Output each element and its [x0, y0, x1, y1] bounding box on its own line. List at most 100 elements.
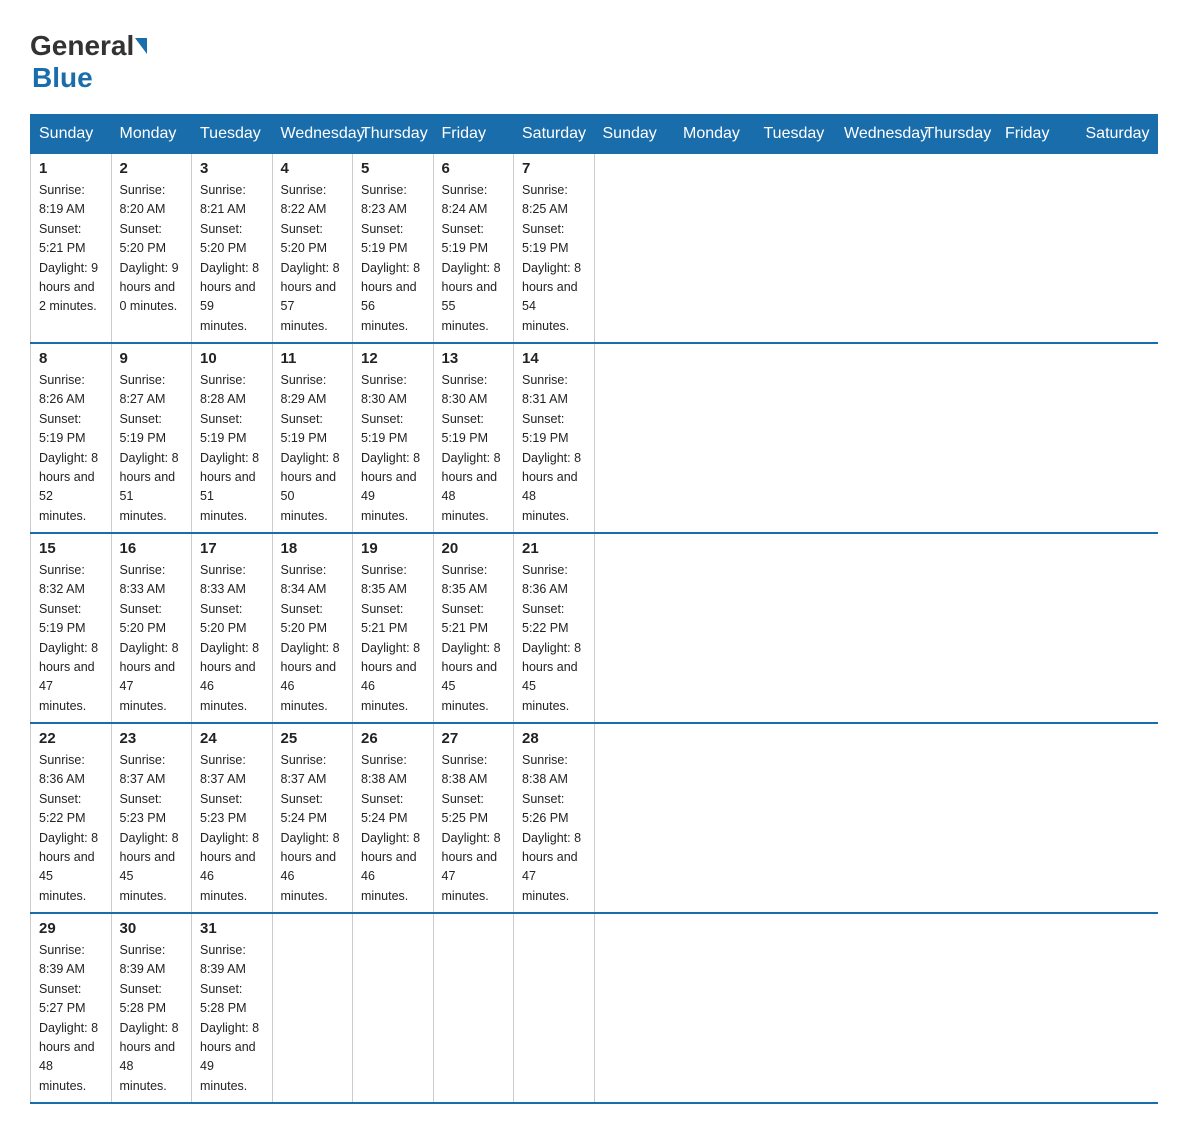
day-number: 24	[200, 730, 264, 747]
day-info: Sunrise: 8:37 AMSunset: 5:23 PMDaylight:…	[120, 753, 179, 903]
header-tuesday: Tuesday	[192, 115, 273, 154]
day-number: 8	[39, 350, 103, 367]
calendar-cell: 1Sunrise: 8:19 AMSunset: 5:21 PMDaylight…	[31, 154, 112, 344]
day-info: Sunrise: 8:29 AMSunset: 5:19 PMDaylight:…	[281, 373, 340, 523]
day-number: 3	[200, 160, 264, 177]
day-number: 2	[120, 160, 184, 177]
day-number: 12	[361, 350, 425, 367]
calendar-week-row: 1Sunrise: 8:19 AMSunset: 5:21 PMDaylight…	[31, 154, 1158, 344]
day-info: Sunrise: 8:37 AMSunset: 5:23 PMDaylight:…	[200, 753, 259, 903]
header-sunday: Sunday	[31, 115, 112, 154]
calendar-week-row: 8 Sunrise: 8:26 AMSunset: 5:19 PMDaylight…	[31, 343, 1158, 533]
day-number: 29	[39, 920, 103, 937]
logo: General Blue	[30, 30, 148, 94]
day-number: 11	[281, 350, 345, 367]
day-info: Sunrise: 8:31 AMSunset: 5:19 PMDaylight:…	[522, 373, 581, 523]
col-header-monday: Monday	[675, 115, 756, 154]
col-header-tuesday: Tuesday	[755, 115, 836, 154]
day-info: Sunrise: 8:28 AMSunset: 5:19 PMDaylight:…	[200, 373, 259, 523]
calendar-cell: 17 Sunrise: 8:33 AMSunset: 5:20 PMDayligh…	[192, 533, 273, 723]
calendar-cell: 20 Sunrise: 8:35 AMSunset: 5:21 PMDayligh…	[433, 533, 514, 723]
calendar-cell: 28 Sunrise: 8:38 AMSunset: 5:26 PMDayligh…	[514, 723, 595, 913]
calendar-cell: 13 Sunrise: 8:30 AMSunset: 5:19 PMDayligh…	[433, 343, 514, 533]
day-info: Sunrise: 8:39 AMSunset: 5:28 PMDaylight:…	[120, 943, 179, 1093]
day-info: Sunrise: 8:25 AMSunset: 5:19 PMDaylight:…	[522, 183, 581, 333]
day-number: 22	[39, 730, 103, 747]
calendar-cell: 4 Sunrise: 8:22 AMSunset: 5:20 PMDaylight…	[272, 154, 353, 344]
calendar-cell: 9Sunrise: 8:27 AMSunset: 5:19 PMDaylight…	[111, 343, 192, 533]
header-friday: Friday	[433, 115, 514, 154]
calendar-cell: 30 Sunrise: 8:39 AMSunset: 5:28 PMDayligh…	[111, 913, 192, 1103]
calendar-cell: 24 Sunrise: 8:37 AMSunset: 5:23 PMDayligh…	[192, 723, 273, 913]
day-number: 23	[120, 730, 184, 747]
day-info: Sunrise: 8:24 AMSunset: 5:19 PMDaylight:…	[442, 183, 501, 333]
calendar-cell: 26 Sunrise: 8:38 AMSunset: 5:24 PMDayligh…	[353, 723, 434, 913]
day-info: Sunrise: 8:23 AMSunset: 5:19 PMDaylight:…	[361, 183, 420, 333]
calendar-cell: 23 Sunrise: 8:37 AMSunset: 5:23 PMDayligh…	[111, 723, 192, 913]
day-info: Sunrise: 8:35 AMSunset: 5:21 PMDaylight:…	[442, 563, 501, 713]
day-info: Sunrise: 8:36 AMSunset: 5:22 PMDaylight:…	[39, 753, 98, 903]
day-number: 30	[120, 920, 184, 937]
calendar-cell: 31 Sunrise: 8:39 AMSunset: 5:28 PMDayligh…	[192, 913, 273, 1103]
calendar-cell: 14 Sunrise: 8:31 AMSunset: 5:19 PMDayligh…	[514, 343, 595, 533]
day-number: 16	[120, 540, 184, 557]
col-header-thursday: Thursday	[916, 115, 997, 154]
calendar-cell	[433, 913, 514, 1103]
logo-triangle-icon	[135, 38, 147, 54]
day-info: Sunrise: 8:21 AMSunset: 5:20 PMDaylight:…	[200, 183, 259, 333]
day-info: Sunrise: 8:38 AMSunset: 5:26 PMDaylight:…	[522, 753, 581, 903]
day-number: 4	[281, 160, 345, 177]
day-info: Sunrise: 8:38 AMSunset: 5:24 PMDaylight:…	[361, 753, 420, 903]
calendar-cell: 25Sunrise: 8:37 AMSunset: 5:24 PMDayligh…	[272, 723, 353, 913]
calendar-cell: 16Sunrise: 8:33 AMSunset: 5:20 PMDayligh…	[111, 533, 192, 723]
day-number: 10	[200, 350, 264, 367]
col-header-sunday: Sunday	[594, 115, 675, 154]
day-info: Sunrise: 8:22 AMSunset: 5:20 PMDaylight:…	[281, 183, 340, 333]
logo-blue-text: Blue	[32, 62, 93, 94]
day-number: 7	[522, 160, 586, 177]
calendar-cell: 12 Sunrise: 8:30 AMSunset: 5:19 PMDayligh…	[353, 343, 434, 533]
day-number: 20	[442, 540, 506, 557]
day-number: 14	[522, 350, 586, 367]
day-info: Sunrise: 8:34 AMSunset: 5:20 PMDaylight:…	[281, 563, 340, 713]
calendar-week-row: 29 Sunrise: 8:39 AMSunset: 5:27 PMDayligh…	[31, 913, 1158, 1103]
calendar-cell: 29 Sunrise: 8:39 AMSunset: 5:27 PMDayligh…	[31, 913, 112, 1103]
logo-general-text: General	[30, 30, 134, 62]
calendar-cell: 7 Sunrise: 8:25 AMSunset: 5:19 PMDaylight…	[514, 154, 595, 344]
day-number: 5	[361, 160, 425, 177]
calendar-cell	[353, 913, 434, 1103]
day-number: 26	[361, 730, 425, 747]
header-saturday: Saturday	[514, 115, 595, 154]
day-number: 15	[39, 540, 103, 557]
day-info: Sunrise: 8:33 AMSunset: 5:20 PMDaylight:…	[200, 563, 259, 713]
calendar-header-row: SundayMondayTuesdayWednesdayThursdayFrid…	[31, 115, 1158, 154]
day-number: 28	[522, 730, 586, 747]
calendar-week-row: 22 Sunrise: 8:36 AMSunset: 5:22 PMDayligh…	[31, 723, 1158, 913]
day-number: 17	[200, 540, 264, 557]
day-info: Sunrise: 8:32 AMSunset: 5:19 PMDaylight:…	[39, 563, 98, 713]
day-info: Sunrise: 8:27 AMSunset: 5:19 PMDaylight:…	[120, 373, 179, 523]
calendar-cell: 15 Sunrise: 8:32 AMSunset: 5:19 PMDayligh…	[31, 533, 112, 723]
calendar-cell: 27Sunrise: 8:38 AMSunset: 5:25 PMDayligh…	[433, 723, 514, 913]
day-number: 21	[522, 540, 586, 557]
day-number: 13	[442, 350, 506, 367]
calendar-cell: 5 Sunrise: 8:23 AMSunset: 5:19 PMDaylight…	[353, 154, 434, 344]
day-info: Sunrise: 8:38 AMSunset: 5:25 PMDaylight:…	[442, 753, 501, 903]
calendar-cell: 21Sunrise: 8:36 AMSunset: 5:22 PMDayligh…	[514, 533, 595, 723]
calendar-cell	[272, 913, 353, 1103]
col-header-wednesday: Wednesday	[836, 115, 917, 154]
calendar-cell: 2Sunrise: 8:20 AMSunset: 5:20 PMDaylight…	[111, 154, 192, 344]
day-info: Sunrise: 8:30 AMSunset: 5:19 PMDaylight:…	[442, 373, 501, 523]
day-info: Sunrise: 8:26 AMSunset: 5:19 PMDaylight:…	[39, 373, 98, 523]
calendar-cell	[514, 913, 595, 1103]
header-wednesday: Wednesday	[272, 115, 353, 154]
calendar-cell: 18 Sunrise: 8:34 AMSunset: 5:20 PMDayligh…	[272, 533, 353, 723]
day-info: Sunrise: 8:30 AMSunset: 5:19 PMDaylight:…	[361, 373, 420, 523]
day-info: Sunrise: 8:39 AMSunset: 5:28 PMDaylight:…	[200, 943, 259, 1093]
day-info: Sunrise: 8:19 AMSunset: 5:21 PMDaylight:…	[39, 183, 98, 313]
day-info: Sunrise: 8:39 AMSunset: 5:27 PMDaylight:…	[39, 943, 98, 1093]
page-header: General Blue	[30, 20, 1158, 94]
day-number: 31	[200, 920, 264, 937]
day-number: 18	[281, 540, 345, 557]
calendar-cell: 8 Sunrise: 8:26 AMSunset: 5:19 PMDaylight…	[31, 343, 112, 533]
